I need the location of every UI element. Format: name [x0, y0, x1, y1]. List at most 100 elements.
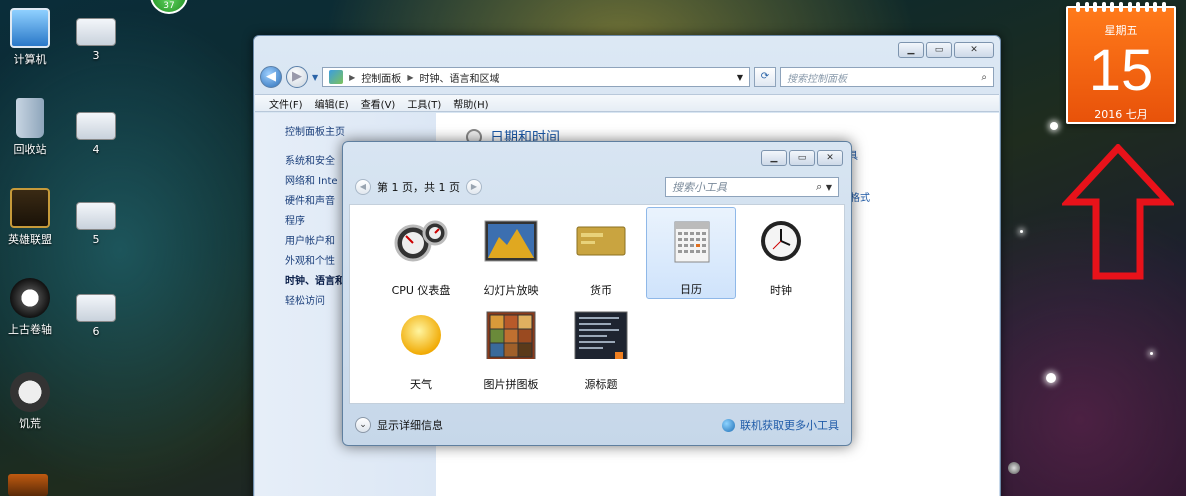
gallery-footer: ⌄ 显示详细信息 联机获取更多小工具 [355, 413, 839, 437]
desktop-icon-file-4[interactable]: 4 [66, 112, 126, 156]
get-more-gadgets-link[interactable]: 联机获取更多小工具 [722, 417, 839, 433]
weather-icon [401, 315, 441, 355]
chevron-down-icon[interactable]: ⌄ [355, 417, 371, 433]
globe-icon [722, 418, 735, 432]
pager: ◀ 第 1 页，共 1 页 ▶ [355, 179, 482, 195]
maximize-button[interactable]: ▭ [789, 150, 815, 166]
search-placeholder: 搜索小工具 [672, 181, 727, 194]
gadget-gallery: CPU 仪表盘 幻灯片放映 货币 日历 时钟 天气 图片拼图板 源标题 [349, 204, 845, 404]
sidebar-home-link[interactable]: 控制面板主页 [285, 123, 436, 138]
breadcrumb-separator-icon: ▶ [407, 72, 414, 82]
desktop-icon-label: 英雄联盟 [8, 233, 52, 246]
gadget-slideshow[interactable]: 幻灯片放映 [466, 211, 556, 301]
desktop-icon-label: 3 [92, 49, 100, 62]
gadget-label: 幻灯片放映 [483, 284, 539, 297]
chevron-down-icon[interactable]: ▼ [826, 183, 832, 192]
cpu-meter-icon [394, 220, 448, 262]
desktop-icon-computer[interactable]: 计算机 [0, 8, 60, 67]
minimize-button[interactable]: ▁ [761, 150, 787, 166]
gadget-feed-headlines[interactable]: 源标题 [556, 305, 646, 395]
breadcrumb-control-panel[interactable]: 控制面板 [361, 70, 401, 85]
gadget-clock[interactable]: 时钟 [736, 211, 826, 301]
clock-icon [761, 221, 801, 261]
control-panel-search-input[interactable]: 搜索控制面板 ⌕ [780, 67, 994, 87]
calendar-icon [674, 221, 710, 263]
maximize-button[interactable]: ▭ [926, 42, 952, 58]
desktop-icon-label: 4 [92, 143, 100, 156]
computer-icon [10, 8, 50, 48]
page-indicator: 第 1 页，共 1 页 [377, 181, 460, 194]
notification-badge: 37 [150, 0, 188, 14]
refresh-button[interactable]: ⟳ [754, 67, 776, 87]
desktop-icon-dont-starve[interactable]: 饥荒 [0, 372, 60, 431]
control-panel-icon [329, 70, 344, 84]
menu-view[interactable]: 查看(V) [361, 96, 396, 111]
star [1020, 230, 1023, 233]
search-icon[interactable]: ⌕ [981, 72, 987, 83]
league-of-legends-icon [10, 188, 50, 228]
desktop-icon-file-6[interactable]: 6 [66, 294, 126, 338]
search-placeholder: 搜索控制面板 [787, 73, 847, 85]
image-file-icon [76, 294, 116, 322]
forward-button[interactable]: ▶ [286, 66, 308, 88]
address-dropdown-icon[interactable]: ▼ [737, 73, 743, 82]
gadget-currency[interactable]: 货币 [556, 211, 646, 301]
show-details-label[interactable]: 显示详细信息 [377, 417, 443, 433]
address-bar[interactable]: ▶ 控制面板 ▶ 时钟、语言和区域 ▼ [322, 67, 750, 87]
desktop-icon-label: 上古卷轴 [8, 323, 52, 336]
calendar-gadget[interactable]: 星期五 15 2016 七月 [1066, 2, 1176, 124]
desktop-icon-label: 计算机 [13, 53, 47, 66]
gadget-search-input[interactable]: 搜索小工具 ⌕ ▼ [665, 177, 839, 197]
calendar-rings [1076, 2, 1166, 12]
recent-pages-dropdown-icon[interactable]: ▼ [312, 73, 318, 82]
navigation-bar: ◀ ▶ ▼ ▶ 控制面板 ▶ 时钟、语言和区域 ▼ ⟳ 搜索控制面板 ⌕ [260, 64, 994, 90]
desktop-icon-league-of-legends[interactable]: 英雄联盟 [0, 188, 60, 247]
breadcrumb-clock-language-region[interactable]: 时钟、语言和区域 [419, 70, 499, 85]
menu-file[interactable]: 文件(F) [269, 96, 303, 111]
gadget-label: 时钟 [770, 284, 792, 297]
desktop-icon-file-3[interactable]: 3 [66, 18, 126, 62]
gadget-label: 货币 [590, 284, 612, 297]
next-page-button[interactable]: ▶ [465, 179, 482, 195]
close-button[interactable]: ✕ [817, 150, 843, 166]
desktop-icon-label: 饥荒 [19, 417, 41, 430]
gadget-label: 日历 [680, 283, 702, 296]
feed-headlines-icon [574, 311, 628, 363]
get-more-gadgets-label[interactable]: 联机获取更多小工具 [740, 417, 839, 433]
search-icon[interactable]: ⌕ [816, 180, 822, 193]
close-button[interactable]: ✕ [954, 42, 994, 58]
image-file-icon [76, 202, 116, 230]
slideshow-icon [484, 220, 538, 262]
gadget-label: 天气 [410, 378, 432, 391]
gadget-picture-puzzle[interactable]: 图片拼图板 [466, 305, 556, 395]
desktop-icon-file-5[interactable]: 5 [66, 202, 126, 246]
menu-edit[interactable]: 编辑(E) [315, 96, 349, 111]
calendar-day: 15 [1088, 38, 1154, 103]
window-caption-buttons: ▁ ▭ ✕ [898, 42, 994, 58]
recycle-bin-icon [16, 98, 44, 138]
previous-page-button[interactable]: ◀ [355, 179, 371, 195]
gadget-cpu-meter[interactable]: CPU 仪表盘 [376, 211, 466, 301]
desktop-icon-partial[interactable] [8, 474, 48, 496]
desktop-icon-skyrim[interactable]: 上古卷轴 [0, 278, 60, 337]
gadget-weather[interactable]: 天气 [376, 305, 466, 395]
menu-tools[interactable]: 工具(T) [407, 96, 441, 111]
show-details-toggle[interactable]: ⌄ 显示详细信息 [355, 417, 443, 433]
menu-bar: 文件(F) 编辑(E) 查看(V) 工具(T) 帮助(H) [255, 94, 999, 112]
gadget-label: CPU 仪表盘 [391, 284, 451, 297]
calendar-weekday: 星期五 [1104, 24, 1138, 37]
calendar-year-month: 2016 七月 [1094, 108, 1148, 121]
dont-starve-icon [10, 372, 50, 412]
gadget-gallery-dialog: ▁ ▭ ✕ ◀ 第 1 页，共 1 页 ▶ 搜索小工具 ⌕ ▼ CPU 仪表盘 [342, 141, 852, 446]
gadget-label: 图片拼图板 [483, 378, 539, 391]
menu-help[interactable]: 帮助(H) [453, 96, 488, 111]
minimize-button[interactable]: ▁ [898, 42, 924, 58]
desktop-icon-label: 6 [92, 325, 100, 338]
star [1050, 122, 1058, 130]
image-file-icon [76, 18, 116, 46]
gadget-label: 源标题 [584, 378, 618, 391]
desktop-icon-recycle-bin[interactable]: 回收站 [0, 98, 60, 157]
back-button[interactable]: ◀ [260, 66, 282, 88]
image-file-icon [76, 112, 116, 140]
gadget-calendar[interactable]: 日历 [646, 207, 736, 299]
